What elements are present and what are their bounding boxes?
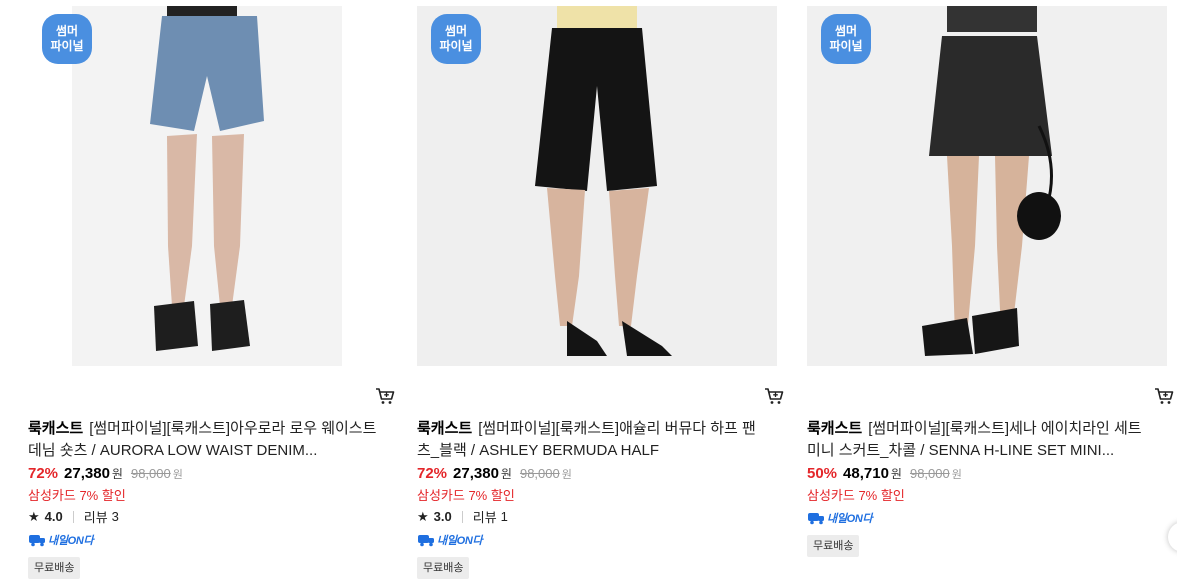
- delivery-badge: 내일ON다: [417, 532, 483, 548]
- price-row: 50% 48,710 원 98,000 원: [807, 465, 962, 485]
- summer-final-badge: 썸머 파이널: [431, 14, 481, 64]
- review-count: 1: [500, 509, 508, 524]
- price-row: 72% 27,380 원 98,000 원: [417, 465, 572, 485]
- denim-shorts-photo: [72, 6, 342, 366]
- truck-icon: [29, 535, 45, 547]
- product-card[interactable]: 썸머 파이널 룩캐스트 [썸머파이널][룩캐스트]세나 에이치라인 세트 미니 스…: [807, 0, 1174, 579]
- currency-unit: 원: [172, 469, 183, 481]
- card-discount: 삼성카드 7% 할인: [28, 488, 126, 503]
- rating-value: 3.0: [433, 509, 452, 524]
- product-title[interactable]: 룩캐스트 [썸머파이널][룩캐스트]세나 에이치라인 세트 미니 스커트_차콜 /…: [807, 418, 1157, 462]
- review-label: 리뷰: [83, 510, 108, 525]
- free-shipping-tag: 무료배송: [417, 557, 470, 579]
- price-row: 72% 27,380 원 98,000 원: [28, 465, 183, 485]
- truck-icon: [418, 535, 434, 547]
- original-price: 98,000: [519, 466, 560, 481]
- discount-rate: 72%: [28, 465, 59, 482]
- cart-icon[interactable]: [374, 386, 396, 406]
- currency-unit: 원: [951, 469, 962, 481]
- summer-final-badge: 썸머 파이널: [42, 14, 92, 64]
- delivery-badge: 내일ON다: [28, 532, 94, 548]
- star-icon: ★: [28, 508, 40, 524]
- original-price: 98,000: [130, 466, 171, 481]
- discount-rate: 50%: [807, 465, 838, 482]
- summer-final-badge: 썸머 파이널: [821, 14, 871, 64]
- cart-icon[interactable]: [763, 386, 785, 406]
- product-image[interactable]: [72, 6, 342, 366]
- free-shipping-tag: 무료배송: [807, 535, 860, 557]
- rating-value: 4.0: [44, 509, 63, 524]
- divider: [72, 510, 74, 523]
- cart-icon[interactable]: [1153, 386, 1175, 406]
- currency-unit: 원: [111, 467, 123, 481]
- product-title[interactable]: 룩캐스트 [썸머파이널][룩캐스트]애슐리 버뮤다 하프 팬츠_블랙 / ASHL…: [417, 418, 767, 462]
- brand-name[interactable]: 룩캐스트: [807, 420, 862, 437]
- original-price: 98,000: [909, 466, 950, 481]
- delivery-badge: 내일ON다: [807, 510, 873, 526]
- product-card[interactable]: 썸머 파이널 룩캐스트 [썸머파이널][룩캐스트]애슐리 버뮤다 하프 팬츠_블랙…: [417, 0, 784, 579]
- product-title[interactable]: 룩캐스트 [썸머파이널][룩캐스트]아우로라 로우 웨이스트 데님 숏츠 / AU…: [28, 418, 378, 462]
- scroll-top-button[interactable]: [1168, 522, 1177, 552]
- sale-price: 48,710: [843, 465, 889, 482]
- review-count: 3: [111, 509, 119, 524]
- product-card[interactable]: 썸머 파이널 룩캐스트 [썸머파이널][룩캐스트]아우로라 로우 웨이스트 데님 …: [28, 0, 395, 579]
- free-shipping-tag: 무료배송: [28, 557, 81, 579]
- sale-price: 27,380: [64, 465, 110, 482]
- card-discount: 삼성카드 7% 할인: [807, 488, 905, 503]
- brand-name[interactable]: 룩캐스트: [417, 420, 472, 437]
- star-icon: ★: [417, 508, 429, 524]
- currency-unit: 원: [890, 467, 902, 481]
- review-label: 리뷰: [472, 510, 497, 525]
- currency-unit: 원: [561, 469, 572, 481]
- card-discount: 삼성카드 7% 할인: [417, 488, 515, 503]
- sale-price: 27,380: [453, 465, 499, 482]
- discount-rate: 72%: [417, 465, 448, 482]
- currency-unit: 원: [500, 467, 512, 481]
- divider: [461, 510, 463, 523]
- rating-row: ★ 3.0 리뷰 1: [417, 507, 508, 526]
- brand-name[interactable]: 룩캐스트: [28, 420, 83, 437]
- rating-row: ★ 4.0 리뷰 3: [28, 507, 119, 526]
- truck-icon: [808, 513, 824, 525]
